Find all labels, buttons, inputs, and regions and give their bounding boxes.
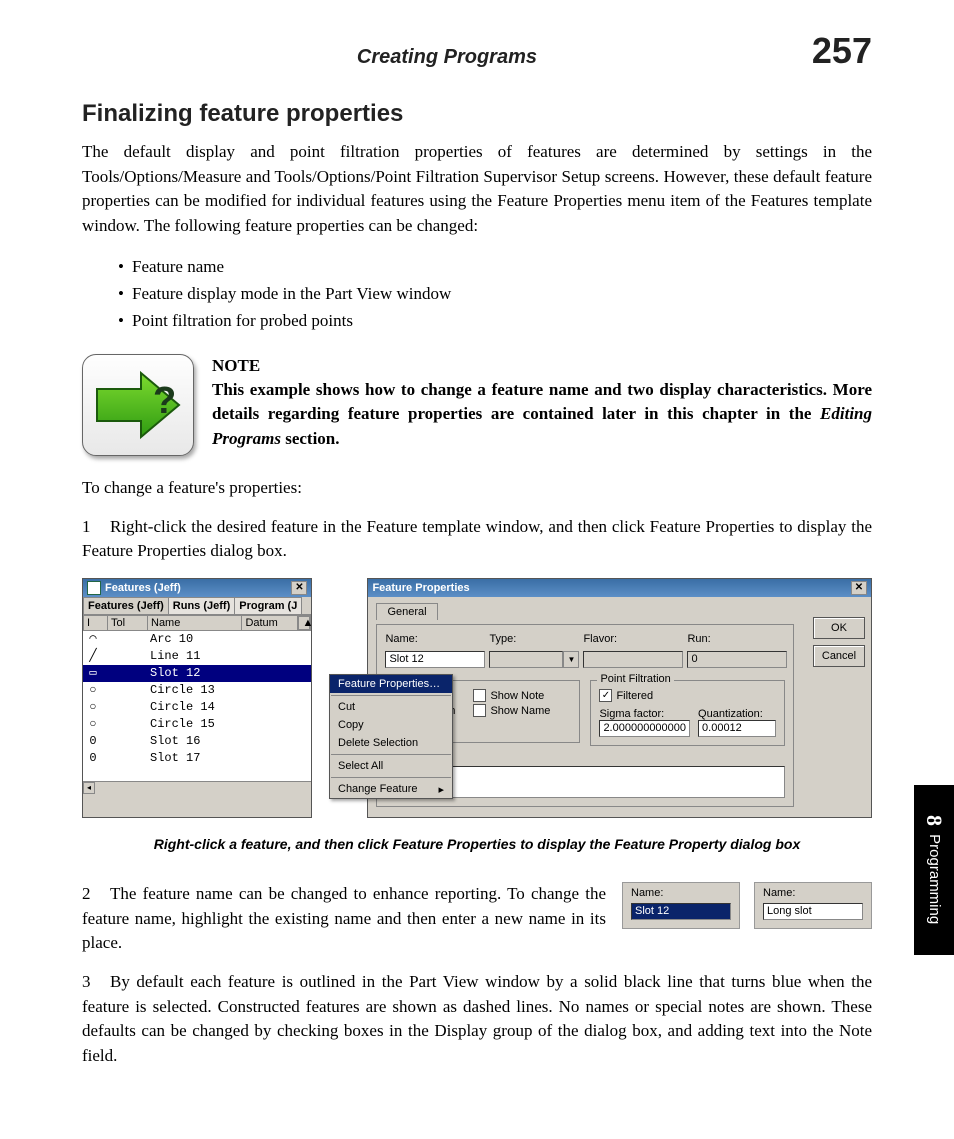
features-tabs: Features (Jeff) Runs (Jeff) Program (J	[83, 597, 311, 615]
table-row: 0Slot 16	[83, 733, 311, 750]
tab-general[interactable]: General	[376, 603, 437, 620]
features-rows[interactable]: ◠Arc 10 ╱Line 11 ▭Slot 12 ○Circle 13 ○Ci…	[83, 631, 311, 781]
flavor-label: Flavor:	[583, 633, 683, 645]
sigma-label: Sigma factor:	[599, 708, 690, 720]
quant-label: Quantization:	[698, 708, 776, 720]
close-icon[interactable]: ✕	[851, 581, 867, 595]
intro-paragraph: The default display and point filtration…	[82, 140, 872, 239]
table-row: ╱Line 11	[83, 648, 311, 665]
type-label: Type:	[489, 633, 579, 645]
lead-paragraph: To change a feature's properties:	[82, 476, 872, 501]
col-name[interactable]: Name	[148, 616, 242, 630]
table-row: ○Circle 15	[83, 716, 311, 733]
nc-name-before[interactable]: Slot 12	[631, 903, 731, 920]
nc-name-label: Name:	[763, 887, 863, 899]
nc-name-after[interactable]: Long slot	[763, 903, 863, 920]
chevron-down-icon[interactable]: ▼	[563, 651, 579, 668]
cancel-button[interactable]: Cancel	[813, 645, 865, 667]
show-name-checkbox[interactable]: Show Name	[473, 704, 550, 717]
col-i[interactable]: I	[84, 616, 108, 630]
run-field: 0	[687, 651, 787, 668]
step-3: 3By default each feature is outlined in …	[82, 970, 872, 1069]
page-header: Creating Programs 257	[82, 30, 872, 72]
ok-button[interactable]: OK	[813, 617, 865, 639]
note-block: ? NOTE This example shows how to change …	[82, 354, 872, 456]
features-window[interactable]: Features (Jeff) ✕ Features (Jeff) Runs (…	[82, 578, 312, 818]
flavor-field[interactable]	[583, 651, 683, 668]
nc-name-label: Name:	[631, 887, 731, 899]
quant-field[interactable]: 0.00012	[698, 720, 776, 737]
menu-feature-properties[interactable]: Feature Properties…	[330, 675, 452, 693]
table-row: 0Slot 17	[83, 750, 311, 767]
window-icon	[87, 581, 101, 595]
menu-change-feature[interactable]: Change Feature▸	[330, 780, 452, 798]
chapter-side-tab: 8 Programming	[914, 785, 954, 955]
run-label: Run:	[687, 633, 787, 645]
fp-titlebar[interactable]: Feature Properties ✕	[368, 579, 871, 597]
bullet-item: Feature name	[118, 253, 872, 280]
svg-text:?: ?	[153, 380, 176, 422]
note-arrow-icon: ?	[82, 354, 194, 456]
tab-features[interactable]: Features (Jeff)	[83, 597, 169, 614]
features-titlebar[interactable]: Features (Jeff) ✕	[83, 579, 311, 597]
header-section-title: Creating Programs	[357, 46, 537, 69]
sigma-field[interactable]: 2.000000000000	[599, 720, 690, 737]
show-note-checkbox[interactable]: Show Note	[473, 689, 550, 702]
fp-title: Feature Properties	[372, 582, 469, 594]
table-row: ○Circle 14	[83, 699, 311, 716]
scroll-left-icon[interactable]: ◂	[83, 782, 95, 794]
bullet-list: Feature name Feature display mode in the…	[118, 253, 872, 335]
menu-select-all[interactable]: Select All	[330, 757, 452, 775]
figure-caption: Right-click a feature, and then click Fe…	[82, 836, 872, 852]
col-datum[interactable]: Datum	[242, 616, 298, 630]
section-heading: Finalizing feature properties	[82, 100, 872, 128]
scroll-up-icon[interactable]: ▲	[298, 616, 310, 630]
table-row-selected: ▭Slot 12	[83, 665, 311, 682]
table-row: ◠Arc 10	[83, 631, 311, 648]
menu-copy[interactable]: Copy	[330, 716, 452, 734]
menu-delete-selection[interactable]: Delete Selection	[330, 734, 452, 752]
filtered-checkbox[interactable]: ✓Filtered	[599, 689, 776, 702]
note-text: NOTE This example shows how to change a …	[212, 354, 872, 456]
type-combo[interactable]: ▼	[489, 651, 579, 668]
name-field[interactable]: Slot 12	[385, 651, 485, 668]
point-filtration-group: Point Filtration ✓Filtered Sigma factor:…	[590, 680, 785, 746]
context-menu[interactable]: Feature Properties… Cut Copy Delete Sele…	[329, 674, 453, 799]
submenu-arrow-icon: ▸	[438, 783, 444, 796]
page-number: 257	[812, 30, 872, 72]
name-label: Name:	[385, 633, 485, 645]
menu-cut[interactable]: Cut	[330, 698, 452, 716]
features-title: Features (Jeff)	[105, 582, 181, 594]
note-label: NOTE	[212, 356, 260, 375]
name-change-inset: Name: Slot 12 Name: Long slot	[622, 882, 872, 929]
col-tol[interactable]: Tol	[108, 616, 148, 630]
tab-runs[interactable]: Runs (Jeff)	[168, 597, 235, 614]
table-row: ○Circle 13	[83, 682, 311, 699]
tab-program[interactable]: Program (J	[234, 597, 302, 614]
bullet-item: Feature display mode in the Part View wi…	[118, 280, 872, 307]
close-icon[interactable]: ✕	[291, 581, 307, 595]
step-1: 1Right-click the desired feature in the …	[82, 515, 872, 564]
pf-group-title: Point Filtration	[597, 673, 673, 685]
scrollbar[interactable]: ◂	[83, 781, 311, 794]
bullet-item: Point filtration for probed points	[118, 307, 872, 334]
features-column-headers: I Tol Name Datum ▲	[83, 615, 311, 631]
